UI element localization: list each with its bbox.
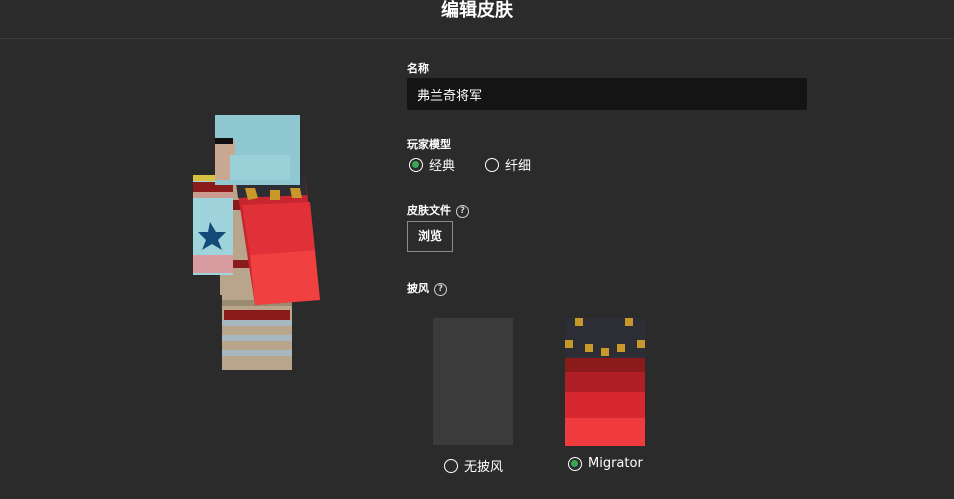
model-label: 玩家模型 [407, 138, 451, 151]
model-option-label: 纤细 [505, 159, 532, 174]
model-option-slim[interactable]: 纤细 [485, 155, 531, 174]
cape-option-label: Migrator [588, 456, 643, 471]
skin-preview[interactable] [190, 110, 330, 375]
browse-button[interactable]: 浏览 [407, 221, 453, 252]
name-label: 名称 [407, 62, 429, 75]
cape-option-none[interactable]: 无披风 [444, 456, 503, 475]
skin-file-label-text: 皮肤文件 [407, 204, 451, 217]
model-option-classic[interactable]: 经典 [409, 155, 455, 174]
skin-file-label: 皮肤文件? [407, 202, 469, 218]
name-input[interactable] [407, 78, 807, 110]
radio-button[interactable] [444, 458, 458, 473]
radio-button-checked[interactable] [409, 157, 423, 172]
skin-head [215, 115, 300, 185]
radio-button-checked[interactable] [568, 456, 582, 471]
page-title: 编辑皮肤 [441, 0, 513, 21]
cape-option-label: 无披风 [464, 460, 504, 475]
cape-thumbnail-none[interactable] [433, 318, 513, 445]
model-option-label: 经典 [429, 159, 456, 174]
help-icon[interactable]: ? [434, 282, 447, 296]
help-icon[interactable]: ? [456, 204, 469, 218]
radio-button[interactable] [485, 157, 499, 172]
cape-thumbnail-migrator[interactable] [565, 318, 645, 446]
skin-arm [193, 175, 233, 275]
cape-label: 披风? [407, 280, 447, 296]
cape-option-migrator[interactable]: Migrator [568, 456, 643, 471]
header: 编辑皮肤 [0, 0, 954, 39]
cape-label-text: 披风 [407, 282, 429, 295]
